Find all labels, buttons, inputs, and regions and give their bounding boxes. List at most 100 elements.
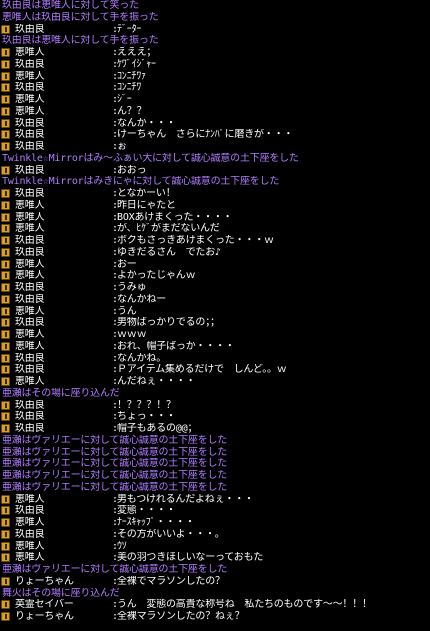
chat-message-line: 恵唯人: おー <box>0 259 430 271</box>
chat-message-line: 玖由良: ｺﾝﾆﾁﾜ <box>0 82 430 94</box>
speaker-name: 恵唯人 <box>15 270 45 282</box>
speaker-name: 恵唯人 <box>15 493 45 505</box>
chat-bubble-icon <box>1 494 10 504</box>
chat-bubble-icon <box>1 553 10 563</box>
message-text: ｺﾝﾆﾁﾜ <box>117 82 142 94</box>
message-text: が、ﾋｹﾞがまだないんだ <box>117 223 220 235</box>
message-text: 全裸でマラソンしたの？ <box>117 575 225 587</box>
message-text: 男もつけれるんだよねぇ・・・ <box>117 493 254 505</box>
speaker-name: 玖由良 <box>15 58 45 70</box>
speaker-name: 恵唯人 <box>15 540 45 552</box>
message-text: 美の羽つきほしいなーっておもた <box>117 552 264 564</box>
speaker-name: 玖由良 <box>15 423 45 434</box>
chat-bubble-icon <box>1 400 10 410</box>
speaker-name: 玖由良 <box>15 364 45 376</box>
chat-emote-line: 亜瀬はその場に座り込んだ <box>2 387 120 399</box>
message-text: ﾃﾞｰﾀｰ <box>117 23 142 35</box>
message-text: なんか・・・ <box>117 117 176 129</box>
speaker-name: 玖由良 <box>15 246 45 258</box>
chat-emote-line: Twinkle☆Mirrorはみきにゃに対して誠心誠意の土下座をした <box>2 176 280 188</box>
speaker-name: 玖由良 <box>15 164 45 176</box>
speaker-name: 玖由良 <box>15 82 45 94</box>
chat-bubble-icon <box>1 529 10 539</box>
speaker-name: 英霊セイバー <box>15 599 74 611</box>
speaker-name: 恵唯人 <box>15 329 45 340</box>
message-text: ｳｿ <box>117 540 127 552</box>
message-text: その方がいいよ・・・。 <box>117 528 225 540</box>
message-text: 男物ばっかりでるの；； <box>117 317 220 329</box>
chat-bubble-icon <box>1 212 10 222</box>
speaker-name: 玖由良 <box>15 23 45 35</box>
message-text: 帽子もあるの@@； <box>117 423 198 434</box>
speaker-name: 玖由良 <box>15 188 45 199</box>
chat-message-line: 玖由良: なんかねー <box>0 294 430 306</box>
message-text: ちょっ・・・ <box>117 411 176 423</box>
message-text: なんかね。 <box>117 352 166 364</box>
speaker-name: 玖由良 <box>15 282 45 293</box>
speaker-name: 恵唯人 <box>15 517 45 528</box>
chat-message-line: 恵唯人: BOXあけまくった・・・・ <box>0 212 430 224</box>
chat-bubble-icon <box>1 95 10 104</box>
chat-bubble-icon <box>1 306 10 316</box>
chat-emote-line: 亜瀬はヴァリエーに対して誠心誠意の土下座をした <box>2 564 228 575</box>
message-text: よかったじゃんｗ <box>117 270 196 282</box>
message-text: 全裸マラソンしたの？ねぇ？ <box>117 611 245 622</box>
chat-message-line: 玖由良: ボクもさっきあけまくった・・・ｗ <box>0 235 430 247</box>
message-text: ｹﾜﾞｲｼﾞｬｰ <box>117 58 156 70</box>
chat-bubble-icon <box>1 506 10 516</box>
message-text: ん？？ <box>117 105 147 117</box>
message-text: ゆきだるさん でたお♪ <box>117 246 221 258</box>
chat-message-line: 恵唯人: うん <box>0 306 430 318</box>
chat-message-line: 恵唯人: ｺﾝﾆﾁﾜｧ <box>0 71 430 83</box>
chat-bubble-icon <box>1 59 10 69</box>
chat-message-line: 恵唯人: よかったじゃんｗ <box>0 270 430 282</box>
chat-bubble-icon <box>1 259 10 269</box>
chat-bubble-icon <box>1 377 10 386</box>
speaker-name: 恵唯人 <box>15 47 45 58</box>
message-text: ｺﾝﾆﾁﾜｧ <box>117 70 146 82</box>
speaker-name: 恵唯人 <box>15 94 45 105</box>
chat-message-line: 玖由良: なんかね。 <box>0 353 430 365</box>
chat-message-line: 玖由良: うみゅ <box>0 282 430 294</box>
chat-message-line: 玖由良:！？？？！？ <box>0 400 430 412</box>
speaker-name: 玖由良 <box>15 352 45 364</box>
message-text: Ｐアイテム集めるだけで しんど。。ｗ <box>117 364 287 376</box>
message-text: となかーい！ <box>117 188 176 199</box>
message-text: おれ、帽子ばっか・・・・ <box>117 340 235 352</box>
message-text: ぉ <box>117 141 127 152</box>
speaker-name: 恵唯人 <box>15 552 45 564</box>
speaker-name: 恵唯人 <box>15 376 45 387</box>
chat-message-line: 恵唯人: ｗｗｗ <box>0 329 430 341</box>
message-text: うん <box>117 305 137 317</box>
message-text: うみゅ <box>117 282 147 293</box>
chat-message-line: 玖由良: その方がいいよ・・・。 <box>0 529 430 541</box>
chat-message-line: 恵唯人: ん？？ <box>0 106 430 118</box>
chat-bubble-icon <box>1 330 10 339</box>
chat-emote-line: 亜瀬はヴァリエーに対して誠心誠意の土下座をした <box>2 446 228 458</box>
speaker-name: 玖由良 <box>15 505 45 517</box>
chat-bubble-icon <box>1 612 10 621</box>
chat-message-line: 玖由良: ﾃﾞｰﾀｰ <box>0 24 430 36</box>
chat-message-line: 玖由良: けーちゃん さらにﾅﾝﾊﾟに磨きが・・・ <box>0 129 430 141</box>
speaker-name: 玖由良 <box>15 117 45 129</box>
chat-bubble-icon <box>1 518 10 527</box>
chat-message-line: 玖由良: ぉ <box>0 141 430 153</box>
chat-message-line: 恵唯人: ﾅｰｽｷｬｯﾌﾟ・・・・ <box>0 517 430 529</box>
chat-emote-line: Twinkle☆Mirrorはみ～ふぁい大に対して誠心誠意の土下座をした <box>2 152 299 164</box>
chat-bubble-icon <box>1 142 10 151</box>
chat-message-line: 玖由良: Ｐアイテム集めるだけで しんど。。ｗ <box>0 364 430 376</box>
chat-bubble-icon <box>1 283 10 292</box>
chat-emote-line: 玖由良は恵唯人に対して手を振った <box>2 35 159 47</box>
chat-bubble-icon <box>1 189 10 198</box>
chat-message-line: 玖由良: 変態・・・・ <box>0 505 430 517</box>
speaker-name: 玖由良 <box>15 141 45 152</box>
chat-message-line: 玖由良: 男物ばっかりでるの；； <box>0 317 430 329</box>
chat-log[interactable]: 玖由良は恵唯人に対して笑った 恵唯人は玖由良に対して手を振った 玖由良: ﾃﾞｰﾀｰ玖… <box>0 0 430 631</box>
chat-message-line: 玖由良: ｹﾜﾞｲｼﾞｬｰ <box>0 59 430 71</box>
chat-emote-line: 亜瀬はヴァリエーに対して誠心誠意の土下座をした <box>2 434 228 446</box>
chat-message-line: 恵唯人: が、ﾋｹﾞがまだないんだ <box>0 223 430 235</box>
chat-message-line: 恵唯人: んだねぇ・・・・ <box>0 376 430 388</box>
message-text: BOXあけまくった・・・・ <box>117 211 233 223</box>
speaker-name: りょーちゃん <box>15 575 74 587</box>
chat-bubble-icon <box>1 71 10 81</box>
